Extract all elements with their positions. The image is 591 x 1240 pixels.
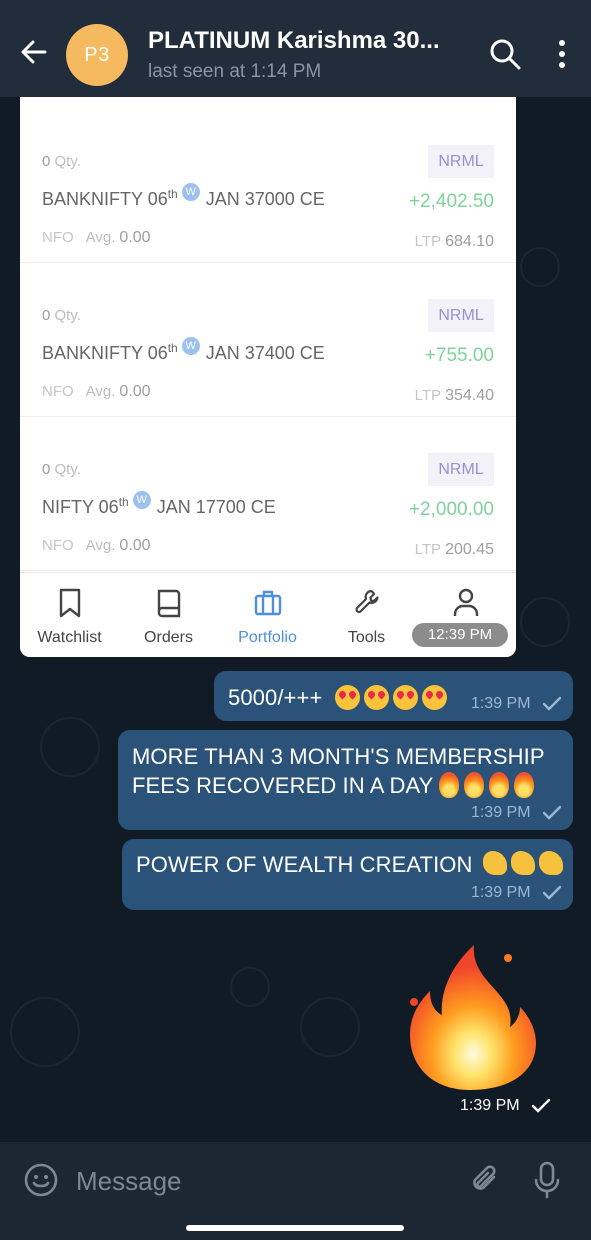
pnl-value: +2,402.50 <box>408 191 494 212</box>
weekly-expiry-icon: W <box>181 183 200 201</box>
message-text: FEES RECOVERED IN A DAY <box>132 773 434 798</box>
flexed-biceps-emoji <box>482 851 507 875</box>
ltp-label: LTP <box>414 233 442 250</box>
avg-value: 0.00 <box>119 383 151 400</box>
fire-emoji <box>489 772 510 798</box>
position-row: 0 Qty. NRML BANKNIFTY 06th W JAN 37400 CE … <box>20 263 516 417</box>
ltp-label: LTP <box>414 541 442 558</box>
attach-icon[interactable] <box>468 1162 504 1198</box>
message-text: MORE THAN 3 MONTH'S MEMBERSHIP <box>132 744 545 769</box>
exchange-label: NFO <box>42 229 74 246</box>
message-time: 1:39 PM <box>470 884 531 901</box>
screenshot-image-message[interactable]: 0 Qty. NRML BANKNIFTY 06th W JAN 37000 CE … <box>20 97 516 657</box>
nav-portfolio: Portfolio <box>218 573 317 657</box>
position-row: 0 Qty. NRML BANKNIFTY 06th W JAN 37000 CE … <box>20 109 516 263</box>
fire-emoji <box>514 772 535 798</box>
heart-eyes-emoji <box>334 685 360 710</box>
user-icon <box>453 588 479 616</box>
avg-value: 0.00 <box>119 537 151 554</box>
weekly-expiry-icon: W <box>132 491 151 509</box>
fire-emoji <box>439 772 460 798</box>
home-indicator[interactable] <box>186 1225 404 1231</box>
weekly-expiry-icon: W <box>181 337 200 355</box>
briefcase-icon <box>254 590 282 616</box>
nav-label: Watchlist <box>37 629 102 646</box>
exchange-label: NFO <box>42 537 74 554</box>
ltp-label: LTP <box>414 387 442 404</box>
pnl-value: +2,000.00 <box>408 499 494 520</box>
last-seen-status: last seen at 1:14 PM <box>148 61 322 82</box>
flexed-biceps-emoji <box>538 851 563 875</box>
product-badge: NRML <box>428 453 494 486</box>
qty-value: 0 <box>42 307 51 324</box>
qty-unit: Qty. <box>54 153 81 170</box>
chat-header: P3 PLATINUM Karishma 30... last seen at … <box>0 0 591 97</box>
microphone-icon[interactable] <box>532 1160 562 1200</box>
message-composer: Message <box>0 1142 591 1220</box>
sent-check-icon <box>531 1098 551 1113</box>
search-icon[interactable] <box>488 37 522 71</box>
position-row: 0 Qty. NRML NIFTY 06th W JAN 17700 CE +2,0… <box>20 417 516 571</box>
heart-eyes-emoji <box>363 685 389 710</box>
outgoing-message[interactable]: MORE THAN 3 MONTH'S MEMBERSHIP FEES RECO… <box>118 730 573 830</box>
message-time: 1:39 PM <box>470 804 531 821</box>
nav-label: Portfolio <box>238 629 297 646</box>
nav-label: Orders <box>144 629 193 646</box>
sent-check-icon <box>542 805 562 820</box>
qty-value: 0 <box>42 153 51 170</box>
chat-title[interactable]: PLATINUM Karishma 30... <box>148 27 440 55</box>
message-time: 1:39 PM <box>460 1097 520 1114</box>
nav-watchlist: Watchlist <box>20 573 119 657</box>
ltp-value: 684.10 <box>445 233 494 250</box>
avg-label: Avg. <box>85 229 116 246</box>
message-input[interactable]: Message <box>76 1166 182 1197</box>
instrument-symbol: BANKNIFTY 06th W JAN 37400 CE <box>42 337 325 364</box>
wrench-icon <box>355 589 379 614</box>
outgoing-message[interactable]: POWER OF WEALTH CREATION 1:39 PM <box>122 839 573 910</box>
nav-label: Tools <box>347 629 386 646</box>
back-arrow-icon[interactable] <box>18 36 50 68</box>
pnl-value: +755.00 <box>424 345 494 366</box>
bookmark-icon <box>59 588 81 618</box>
nav-orders: Orders <box>119 573 218 657</box>
instrument-symbol: BANKNIFTY 06th W JAN 37000 CE <box>42 183 325 210</box>
heart-eyes-emoji <box>392 685 418 710</box>
message-text: 5000/+++ <box>228 685 323 710</box>
message-text: POWER OF WEALTH CREATION <box>136 852 473 877</box>
outgoing-message[interactable]: 5000/+++ 1:39 PM <box>214 671 573 721</box>
heart-eyes-emoji <box>421 685 447 710</box>
ltp-value: 200.45 <box>445 541 494 558</box>
avg-label: Avg. <box>85 537 116 554</box>
qty-unit: Qty. <box>54 461 81 478</box>
ltp-value: 354.40 <box>445 387 494 404</box>
avg-label: Avg. <box>85 383 116 400</box>
exchange-label: NFO <box>42 383 74 400</box>
more-vertical-icon[interactable] <box>548 38 576 72</box>
product-badge: NRML <box>428 299 494 332</box>
avatar[interactable]: P3 <box>66 24 128 86</box>
qty-value: 0 <box>42 461 51 478</box>
instrument-symbol: NIFTY 06th W JAN 17700 CE <box>42 491 276 518</box>
nav-tools: Tools <box>317 573 416 657</box>
fire-emoji <box>464 772 485 798</box>
sent-check-icon <box>542 885 562 900</box>
sent-check-icon <box>542 696 562 711</box>
emoji-icon[interactable] <box>23 1162 59 1198</box>
avg-value: 0.00 <box>119 229 151 246</box>
book-icon <box>157 589 181 618</box>
product-badge: NRML <box>428 145 494 178</box>
message-time: 1:39 PM <box>470 695 531 712</box>
message-time: 12:39 PM <box>412 623 508 647</box>
fire-sticker[interactable] <box>400 940 540 1095</box>
qty-unit: Qty. <box>54 307 81 324</box>
flexed-biceps-emoji <box>510 851 535 875</box>
